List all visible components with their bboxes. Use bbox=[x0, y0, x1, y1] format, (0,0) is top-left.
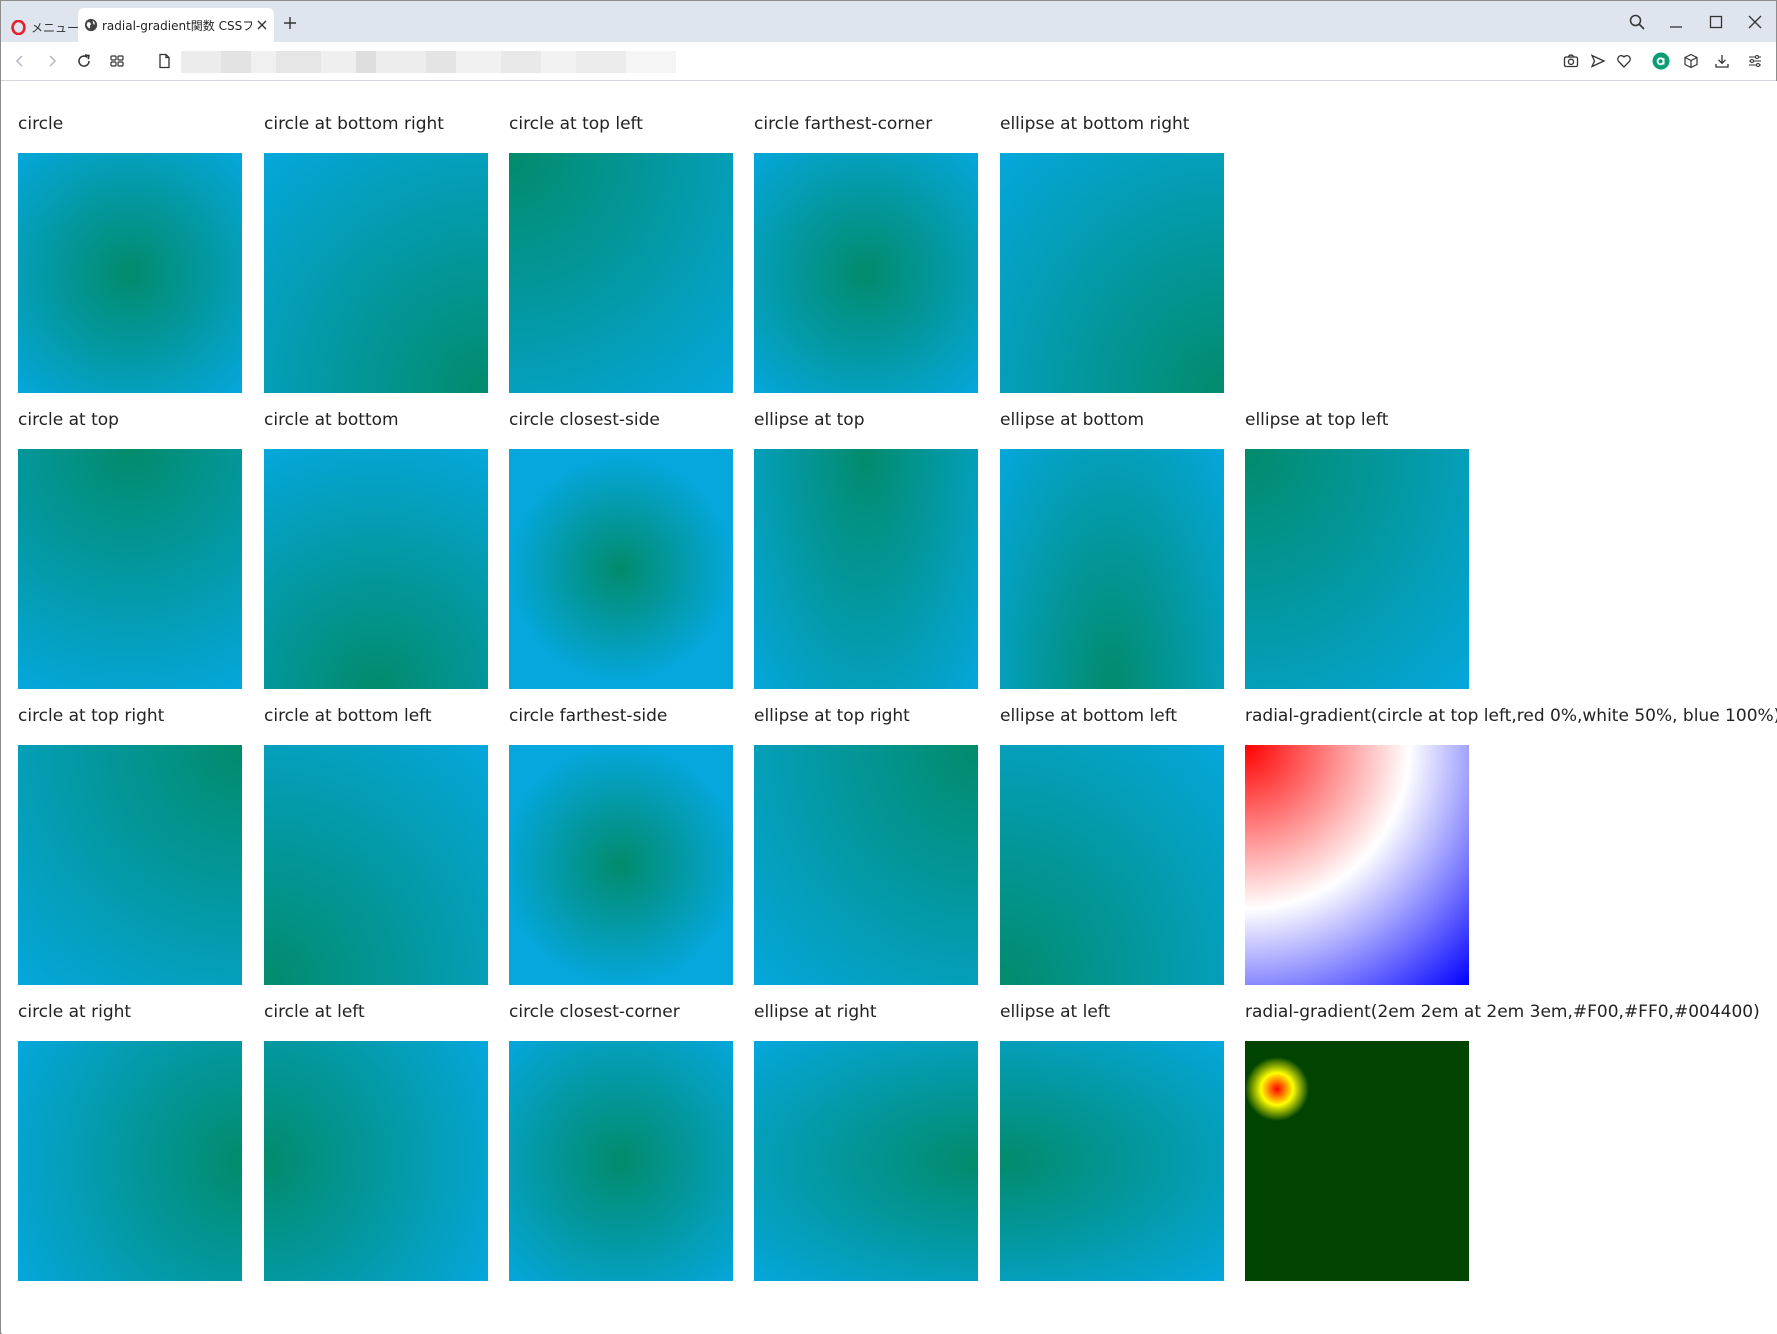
gradient-swatch bbox=[509, 153, 733, 393]
gradient-label: ellipse at bottom left bbox=[1000, 706, 1178, 726]
gradient-label: circle at top left bbox=[509, 114, 643, 134]
cube-icon[interactable] bbox=[1683, 53, 1699, 69]
opera-logo-icon bbox=[11, 19, 26, 35]
gradient-label: circle at left bbox=[264, 1002, 365, 1022]
gradient-swatch bbox=[509, 449, 733, 689]
heart-icon[interactable] bbox=[1616, 53, 1632, 69]
gradient-swatch bbox=[754, 1041, 978, 1281]
address-bar bbox=[1, 42, 1776, 81]
download-icon[interactable] bbox=[1714, 53, 1730, 69]
gradient-swatch bbox=[264, 449, 488, 689]
gradient-label: circle closest-corner bbox=[509, 1002, 680, 1022]
gradient-label: circle farthest-side bbox=[509, 706, 668, 726]
gradient-label: ellipse at top bbox=[754, 410, 865, 430]
maximize-icon[interactable] bbox=[1707, 13, 1725, 31]
gradient-swatch bbox=[1000, 1041, 1224, 1281]
gradient-swatch bbox=[1245, 1041, 1469, 1281]
tab-bar: メニュー radial-gradient関数 CSSフォ bbox=[1, 1, 1776, 42]
gradient-label: circle at bottom right bbox=[264, 114, 444, 134]
gradient-label: ellipse at top left bbox=[1245, 410, 1389, 430]
gradient-swatch bbox=[509, 1041, 733, 1281]
gradient-label: circle closest-side bbox=[509, 410, 660, 430]
extension-badge-icon[interactable] bbox=[1652, 52, 1670, 70]
gradient-swatch bbox=[754, 153, 978, 393]
gradient-swatch bbox=[264, 1041, 488, 1281]
close-tab-icon[interactable] bbox=[256, 19, 268, 31]
search-tabs-icon[interactable] bbox=[1628, 13, 1646, 31]
gradient-swatch bbox=[18, 745, 242, 985]
url-field[interactable] bbox=[181, 51, 676, 73]
gradient-label: circle at right bbox=[18, 1002, 132, 1022]
gradient-swatch bbox=[1000, 745, 1224, 985]
gradient-swatch bbox=[1245, 449, 1469, 689]
browser-window: メニュー radial-gradient関数 CSSフォ circle circ… bbox=[0, 0, 1777, 1334]
gradient-label: ellipse at top right bbox=[754, 706, 910, 726]
tab-title: radial-gradient関数 CSSフォ bbox=[102, 18, 252, 33]
gradient-label: circle at bottom bbox=[264, 410, 399, 430]
gradient-label: ellipse at bottom bbox=[1000, 410, 1145, 430]
opera-menu-button[interactable]: メニュー bbox=[11, 14, 79, 40]
gradient-label: circle at top bbox=[18, 410, 119, 430]
speed-dial-icon[interactable] bbox=[109, 53, 125, 69]
gradient-swatch bbox=[1245, 745, 1469, 985]
snapshot-camera-icon[interactable] bbox=[1563, 53, 1579, 69]
gradient-swatch bbox=[264, 153, 488, 393]
page-content: circle circle at bottom right circle at … bbox=[2, 81, 1777, 1334]
gradient-swatch bbox=[18, 449, 242, 689]
gradient-label: ellipse at right bbox=[754, 1002, 877, 1022]
gradient-swatch bbox=[1000, 153, 1224, 393]
gradient-swatch bbox=[264, 745, 488, 985]
gradient-label: radial-gradient(2em 2em at 2em 3em,#F00,… bbox=[1245, 1002, 1760, 1022]
minimize-icon[interactable] bbox=[1667, 13, 1685, 31]
back-icon[interactable] bbox=[12, 53, 28, 69]
menu-label: メニュー bbox=[31, 20, 80, 35]
gradient-label: radial-gradient(circle at top left,red 0… bbox=[1245, 706, 1777, 726]
page-info-icon[interactable] bbox=[156, 53, 172, 69]
send-flow-icon[interactable] bbox=[1590, 53, 1606, 69]
easy-setup-icon[interactable] bbox=[1747, 53, 1763, 69]
tab-active[interactable]: radial-gradient関数 CSSフォ bbox=[78, 8, 274, 42]
gradient-label: circle at top right bbox=[18, 706, 165, 726]
gradient-label: ellipse at bottom right bbox=[1000, 114, 1190, 134]
gradient-swatch bbox=[754, 449, 978, 689]
gradient-swatch bbox=[754, 745, 978, 985]
gradient-label: circle bbox=[18, 114, 64, 134]
gradient-swatch bbox=[509, 745, 733, 985]
new-tab-plus-icon[interactable] bbox=[282, 15, 298, 31]
gradient-swatch bbox=[18, 153, 242, 393]
reload-icon[interactable] bbox=[76, 53, 92, 69]
gradient-label: ellipse at left bbox=[1000, 1002, 1111, 1022]
gradient-swatch bbox=[1000, 449, 1224, 689]
gradient-label: circle farthest-corner bbox=[754, 114, 933, 134]
close-window-icon[interactable] bbox=[1746, 13, 1764, 31]
gradient-label: circle at bottom left bbox=[264, 706, 432, 726]
globe-icon bbox=[84, 18, 98, 32]
forward-icon[interactable] bbox=[44, 53, 60, 69]
gradient-swatch bbox=[18, 1041, 242, 1281]
